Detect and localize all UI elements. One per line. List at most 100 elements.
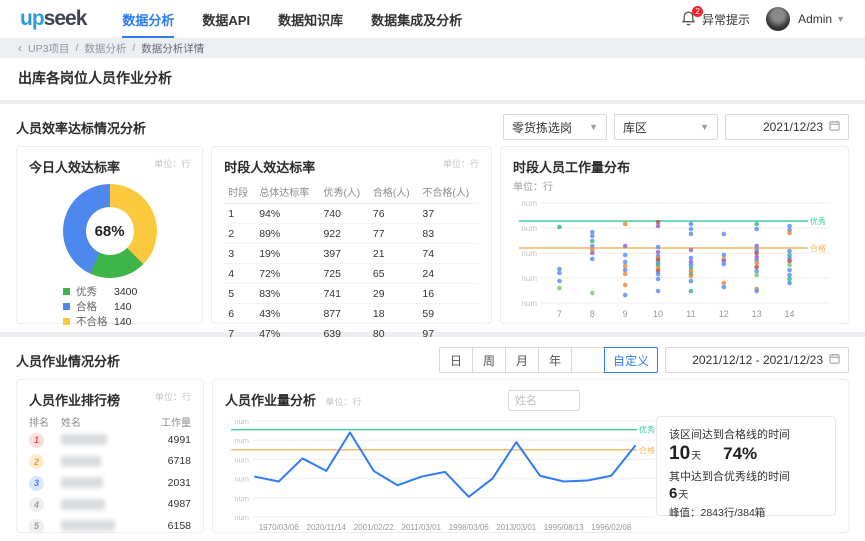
- notification-badge: 2: [692, 6, 704, 17]
- tab-周[interactable]: 周: [471, 347, 506, 373]
- table-cell: 922: [319, 223, 369, 244]
- nav-item-data-analysis[interactable]: 数据分析: [122, 0, 175, 38]
- breadcrumb-item-project[interactable]: UP3项目: [28, 41, 69, 56]
- date-range-picker[interactable]: 2021/12/12 - 2021/12/23: [665, 347, 849, 373]
- breadcrumb-item-detail: 数据分析详情: [141, 42, 205, 55]
- breadcrumb: ‹ UP3项目 / 数据分析 / 数据分析详情: [0, 38, 865, 58]
- svg-text:1996/02/08: 1996/02/08: [591, 523, 632, 532]
- main-nav: 数据分析 数据API 数据知识库 数据集成及分析: [108, 0, 476, 38]
- ranking-row: 4 4987: [29, 494, 191, 516]
- table-cell: 83: [418, 223, 479, 244]
- nav-item-integration[interactable]: 数据集成及分析: [371, 0, 462, 38]
- tab-月[interactable]: 月: [504, 347, 539, 373]
- user-name[interactable]: Admin: [798, 12, 832, 26]
- tab-日[interactable]: 日: [438, 347, 473, 373]
- nav-item-data-api[interactable]: 数据API: [202, 0, 250, 38]
- alert-label[interactable]: 异常提示: [702, 11, 750, 28]
- table-cell: 43%: [255, 303, 320, 324]
- chevron-down-icon: ▼: [589, 122, 598, 132]
- qualified-percent: 74%: [723, 444, 758, 463]
- table-cell: 639: [323, 327, 341, 340]
- column-header: 合格(人): [368, 180, 419, 204]
- column-header: 时段: [224, 180, 256, 204]
- svg-text:2020/11/14: 2020/11/14: [307, 523, 347, 532]
- top-nav-bar: upseek 数据分析 数据API 数据知识库 数据集成及分析 2 异常提示 A…: [0, 0, 865, 38]
- back-arrow-icon[interactable]: ‹: [18, 41, 22, 55]
- svg-text:优秀: 优秀: [639, 425, 655, 435]
- table-cell: 72%: [255, 263, 320, 284]
- svg-text:num: num: [521, 274, 537, 283]
- table-cell: 397: [319, 243, 369, 264]
- svg-text:num: num: [234, 513, 249, 522]
- blurred-name: [61, 498, 105, 510]
- user-avatar[interactable]: [766, 7, 791, 31]
- period-table-body: 1 94% 740 76 37 2 89% 922 77 83 3 19% 397 21 74 4 72% 725…: [224, 203, 479, 344]
- peak-label: 峰值：: [669, 507, 701, 519]
- svg-text:合格: 合格: [639, 445, 655, 455]
- worker-ranking-card: 人员作业排行榜 单位：行 排名 姓名 工作量 1 4991 2 6718 3 2031 4 4…: [16, 379, 204, 534]
- table-row: 4 72% 725 65 24: [224, 263, 479, 284]
- ranking-rows: 1 4991 2 6718 3 2031 4 4987 5 6158: [29, 429, 191, 537]
- breadcrumb-item-analysis[interactable]: 数据分析: [84, 41, 126, 56]
- nav-item-knowledge-base[interactable]: 数据知识库: [278, 0, 343, 38]
- svg-text:num: num: [234, 455, 249, 464]
- table-row: 7 47% 639 80 97: [224, 324, 479, 344]
- chevron-down-icon[interactable]: ▼: [836, 14, 845, 24]
- workload-value: 4987: [167, 498, 191, 511]
- column-header: 总体达标率: [255, 180, 320, 204]
- table-cell: 83%: [255, 283, 320, 304]
- table-cell: 5: [224, 283, 256, 304]
- unit-label: 单位：行: [154, 159, 191, 169]
- app-logo[interactable]: upseek: [20, 7, 87, 31]
- tab-自定义[interactable]: 自定义: [603, 347, 658, 373]
- name-search-input[interactable]: [508, 390, 580, 411]
- post-select[interactable]: 零货拣选岗 ▼: [503, 114, 607, 140]
- date-picker[interactable]: 2021/12/23: [725, 114, 849, 140]
- area-select[interactable]: 库区 ▼: [614, 114, 718, 140]
- blurred-name: [61, 434, 107, 446]
- svg-text:num: num: [234, 494, 249, 503]
- legend-value: 140: [114, 300, 132, 313]
- table-row: 2 89% 922 77 83: [224, 223, 479, 244]
- legend-value: 3400: [114, 285, 138, 298]
- ranking-table: 排名 姓名 工作量 1 4991 2 6718 3 2031 4 4987 5 6158: [29, 413, 191, 537]
- table-cell: 94%: [255, 203, 320, 224]
- column-header: 不合格(人): [418, 180, 479, 204]
- today-efficiency-card: 今日人效达标率 单位：行 68% 优秀 3400 合格 140 不合格 140: [16, 146, 204, 328]
- table-cell: 47%: [259, 327, 281, 340]
- legend-swatch: [63, 303, 70, 310]
- excellent-days: 6: [669, 485, 678, 502]
- table-cell: 77: [368, 223, 419, 244]
- page-title-bar: 出库各岗位人员作业分析: [0, 58, 865, 104]
- tab-年[interactable]: 年: [537, 347, 572, 373]
- table-cell: 18: [368, 303, 419, 324]
- page-title: 出库各岗位人员作业分析: [18, 70, 172, 86]
- card-title: 时段人员工作量分布: [513, 160, 631, 175]
- donut-center-value: 68%: [94, 222, 125, 240]
- post-select-value: 零货拣选岗: [512, 120, 573, 135]
- calendar-icon: [829, 353, 840, 367]
- notification-bell-icon[interactable]: 2: [680, 6, 704, 28]
- legend-label: 不合格: [76, 316, 108, 328]
- table-cell: 741: [319, 283, 369, 304]
- table-row: 1 94% 740 76 37: [224, 203, 479, 224]
- svg-text:num: num: [521, 224, 537, 233]
- area-select-value: 库区: [623, 120, 648, 135]
- legend-swatch: [63, 318, 70, 325]
- table-cell: 725: [319, 263, 369, 284]
- table-cell: 74: [418, 243, 479, 264]
- table-cell: 89%: [255, 223, 320, 244]
- table-cell: 740: [319, 203, 369, 224]
- unit-label: 单位：行: [442, 159, 479, 169]
- legend-label: 优秀: [76, 286, 97, 298]
- table-cell: 24: [418, 263, 479, 284]
- workload-value: 2031: [167, 476, 191, 489]
- days-unit: 天: [678, 490, 689, 501]
- svg-text:优秀: 优秀: [810, 216, 826, 226]
- card-title: 今日人效达标率: [29, 160, 121, 175]
- efficiency-section: 人员效率达标情况分析 零货拣选岗 ▼ 库区 ▼ 2021/12/23 今日人效达…: [0, 104, 865, 340]
- table-cell: 3: [224, 243, 256, 264]
- tab-empty[interactable]: [570, 347, 605, 373]
- legend-swatch: [63, 288, 70, 295]
- svg-text:num: num: [234, 417, 249, 426]
